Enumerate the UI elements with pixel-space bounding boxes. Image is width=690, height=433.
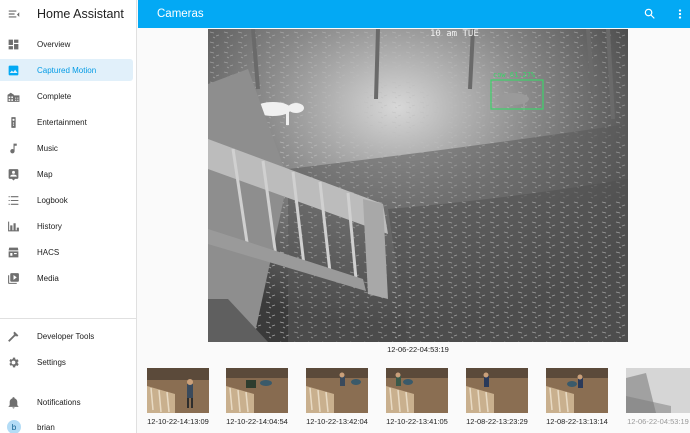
sidebar-header: Home Assistant xyxy=(0,0,136,28)
image-icon xyxy=(7,64,20,77)
sidebar-item-overview[interactable]: Overview xyxy=(0,33,133,55)
logbook-icon xyxy=(7,194,20,207)
sidebar-item-label: Logbook xyxy=(37,195,68,205)
snapshot-thumbnail[interactable] xyxy=(226,368,288,413)
snapshot-thumbnail[interactable] xyxy=(626,368,690,413)
more-vertical-icon[interactable] xyxy=(673,7,687,21)
snapshot-thumbnail[interactable] xyxy=(306,368,368,413)
sidebar-divider xyxy=(0,318,137,319)
thumbnail-caption: 12-10-22-13:41:05 xyxy=(386,417,448,426)
sidebar-item-label: History xyxy=(37,221,62,231)
sidebar-item-hacs[interactable]: HACS xyxy=(0,241,133,263)
sidebar-item-label: Map xyxy=(37,169,53,179)
sidebar-item-captured-motion[interactable]: Captured Motion xyxy=(0,59,133,81)
thumbnail-caption: 12-10-22-13:42:04 xyxy=(306,417,368,426)
snapshot-thumbnail[interactable] xyxy=(386,368,448,413)
sidebar-item-label: Overview xyxy=(37,39,71,49)
hacs-icon xyxy=(7,246,20,259)
thumbnail-caption: 12-08-22-13:13:14 xyxy=(546,417,608,426)
sidebar-item-label: Entertainment xyxy=(37,117,87,127)
music-note-icon xyxy=(7,142,20,155)
user-name: brian xyxy=(37,422,55,432)
history-chart-icon xyxy=(7,220,20,233)
camera-timestamp-overlay: 10 am TUE xyxy=(430,29,479,39)
app-toolbar: Cameras xyxy=(138,0,690,28)
sidebar-item-label: Developer Tools xyxy=(37,331,95,341)
snapshot-thumbnail[interactable] xyxy=(546,368,608,413)
sidebar-item-label: Complete xyxy=(37,91,72,101)
gear-icon xyxy=(7,356,20,369)
menu-open-icon[interactable] xyxy=(7,7,21,21)
thumbnail-caption: 12-10-22-14:13:09 xyxy=(147,417,209,426)
thumbnail-caption: 12-08-22-13:23:29 xyxy=(466,417,528,426)
thumbnail-caption: 12-10-22-14:04:54 xyxy=(226,417,288,426)
sidebar-item-label: Music xyxy=(37,143,58,153)
sidebar-item-music[interactable]: Music xyxy=(0,137,133,159)
bell-icon xyxy=(7,396,20,409)
view-dashboard-icon xyxy=(7,38,20,51)
sidebar-item-media[interactable]: Media xyxy=(0,267,133,289)
detection-label: cow 61.27% xyxy=(493,71,536,79)
sidebar-item-developer-tools[interactable]: Developer Tools xyxy=(0,325,133,347)
sidebar: Home Assistant Overview Captured Motion … xyxy=(0,0,137,433)
sidebar-item-label: Captured Motion xyxy=(37,65,97,75)
snapshot-caption: 12-06-22-04:53:19 xyxy=(387,345,449,354)
sidebar-item-label: Media xyxy=(37,273,59,283)
sidebar-item-label: Notifications xyxy=(37,397,81,407)
sidebar-item-map[interactable]: Map xyxy=(0,163,133,185)
sidebar-item-complete[interactable]: Complete xyxy=(0,85,133,107)
sidebar-item-label: HACS xyxy=(37,247,60,257)
snapshot-thumbnail[interactable] xyxy=(466,368,528,413)
search-icon[interactable] xyxy=(643,7,657,21)
media-play-icon xyxy=(7,272,20,285)
sidebar-item-notifications[interactable]: Notifications xyxy=(0,391,133,413)
avatar: b xyxy=(7,420,21,433)
home-city-icon xyxy=(7,90,20,103)
snapshot-thumbnail[interactable] xyxy=(147,368,209,413)
thumbnail-caption: 12-06-22-04:53:19 xyxy=(627,417,689,426)
camera-snapshot[interactable]: 10 am TUE cow 61.27% xyxy=(208,29,628,342)
night-yard-scene xyxy=(208,29,628,342)
sidebar-item-label: Settings xyxy=(37,357,66,367)
sidebar-item-entertainment[interactable]: Entertainment xyxy=(0,111,133,133)
sidebar-item-logbook[interactable]: Logbook xyxy=(0,189,133,211)
remote-icon xyxy=(7,116,20,129)
sidebar-item-user[interactable]: b brian xyxy=(0,416,133,433)
map-icon xyxy=(7,168,20,181)
sidebar-item-settings[interactable]: Settings xyxy=(0,351,133,373)
app-title: Home Assistant xyxy=(37,7,124,21)
page-title: Cameras xyxy=(157,8,204,20)
sidebar-item-history[interactable]: History xyxy=(0,215,133,237)
hammer-icon xyxy=(7,330,20,343)
